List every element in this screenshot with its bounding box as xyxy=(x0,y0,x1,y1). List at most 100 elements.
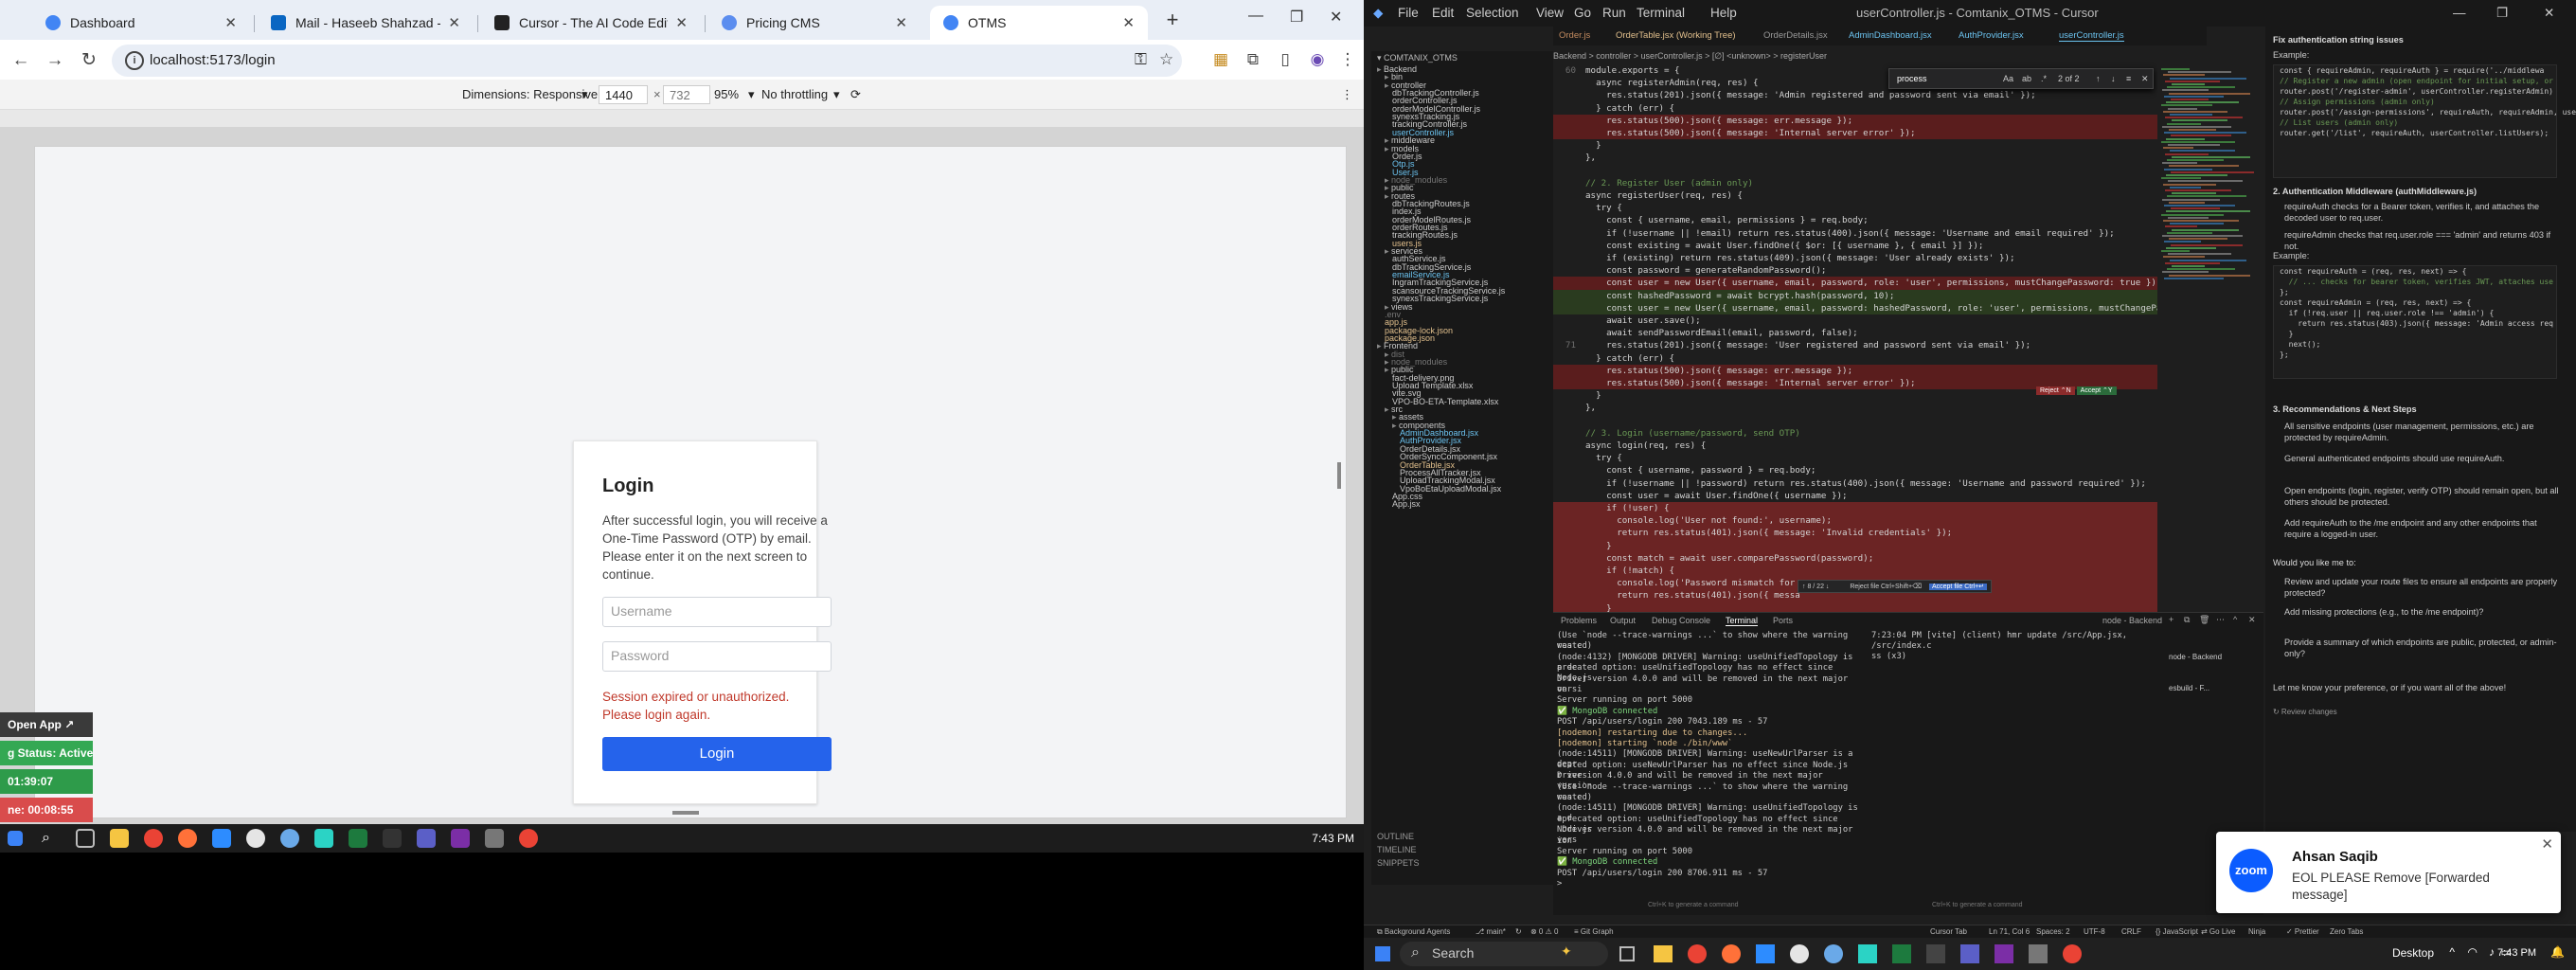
status-item[interactable]: ⧉ Background Agents xyxy=(1377,927,1450,937)
key-icon[interactable]: ⚿ xyxy=(1135,50,1147,69)
search-icon[interactable]: ⌕ xyxy=(42,829,61,848)
status-item[interactable]: ✓ Prettier xyxy=(2286,927,2319,936)
menu-go[interactable]: Go xyxy=(1574,6,1591,20)
code-line[interactable]: // 3. Login (username/password, send OTP… xyxy=(1553,427,2207,440)
zoom-select[interactable]: 95% xyxy=(714,87,739,101)
status-item[interactable]: ≡ Git Graph xyxy=(1574,927,1614,936)
code-line[interactable]: } xyxy=(1553,139,2207,152)
tab-debug-console[interactable]: Debug Console xyxy=(1652,616,1710,625)
teams-icon[interactable] xyxy=(1960,944,1979,963)
terminal-tab[interactable]: node - Backend xyxy=(2169,652,2260,662)
close-window-icon[interactable]: ✕ xyxy=(2544,6,2554,21)
reject-hunk-button[interactable]: Reject ⌃N xyxy=(2036,386,2075,395)
menu-kebab-icon[interactable]: ⋮ xyxy=(1337,49,1358,70)
menu-help[interactable]: Help xyxy=(1710,6,1737,20)
username-input[interactable]: Username xyxy=(602,597,832,627)
maximize-panel-icon[interactable]: ^ xyxy=(2233,615,2237,624)
tab-terminal[interactable]: Terminal xyxy=(1726,616,1759,626)
code-line[interactable]: if (!username || !password) return res.s… xyxy=(1553,477,2207,490)
timeline-section[interactable]: TIMELINE xyxy=(1377,845,1417,854)
menu-terminal[interactable]: Terminal xyxy=(1637,6,1685,20)
tab-output[interactable]: Output xyxy=(1610,616,1636,625)
code-line[interactable] xyxy=(1553,415,2207,427)
menu-selection[interactable]: Selection xyxy=(1466,6,1519,20)
start-icon[interactable] xyxy=(1375,946,1390,961)
trash-icon[interactable]: 🗑 xyxy=(2199,615,2209,625)
code-line[interactable]: if (existing) return res.status(409).jso… xyxy=(1553,252,2207,264)
code-line[interactable]: if (!user) { xyxy=(1553,502,2207,515)
code-line[interactable]: } catch (err) { xyxy=(1553,102,2207,115)
chrome-icon[interactable] xyxy=(519,829,538,848)
chevron-up-icon[interactable]: ^ xyxy=(2449,945,2455,959)
find-menu-icon[interactable]: ≡ xyxy=(2126,74,2131,83)
editor-tab[interactable]: AuthProvider.jsx xyxy=(1959,30,2024,41)
extension-grid-icon[interactable]: ▦ xyxy=(1210,49,1231,70)
reject-file-button[interactable]: Reject file Ctrl+Shift+⌫ xyxy=(1850,584,1922,590)
status-item[interactable]: Zero Tabs xyxy=(2330,927,2363,936)
code-line[interactable]: try { xyxy=(1553,202,2207,214)
height-input[interactable]: 732 xyxy=(663,85,710,104)
code-line[interactable]: const { username, email, permissions } =… xyxy=(1553,214,2207,226)
code-editor[interactable]: 60 module.exports = { async registerAdmin… xyxy=(1553,64,2207,612)
app-icon[interactable] xyxy=(1824,944,1843,963)
zoom-notification[interactable]: zoom Ahsan Saqib EOL PLEASE Remove [Forw… xyxy=(2216,832,2561,913)
code-line[interactable]: }, xyxy=(1553,152,2207,164)
close-icon[interactable]: ✕ xyxy=(2248,615,2256,625)
notification-icon[interactable]: 🔔 xyxy=(2550,945,2565,959)
status-item[interactable]: ⊗ 0 ⚠ 0 xyxy=(1530,927,1558,936)
firefox-icon[interactable] xyxy=(178,829,197,848)
app-icon[interactable] xyxy=(246,829,265,848)
file-tree-item[interactable]: App.jsx xyxy=(1392,499,1421,509)
review-changes-button[interactable]: ↻ Review changes xyxy=(2273,707,2557,718)
code-line[interactable]: await user.save(); xyxy=(1553,314,2207,327)
tab-dashboard[interactable]: Dashboard ✕ xyxy=(32,6,250,40)
editor-tab-active[interactable]: userController.js xyxy=(2059,30,2124,42)
tab-ports[interactable]: Ports xyxy=(1773,616,1793,625)
match-case-icon[interactable]: Aa xyxy=(2003,74,2013,83)
close-icon[interactable]: ✕ xyxy=(224,14,237,31)
tab-pricing-cms[interactable]: Pricing CMS ✕ xyxy=(708,6,921,40)
app-icon[interactable] xyxy=(2029,944,2048,963)
hunk-counter[interactable]: ↑ 8 / 22 ↓ xyxy=(1802,584,1829,590)
profile-avatar[interactable]: ◉ xyxy=(1307,49,1328,70)
app-icon[interactable] xyxy=(1858,944,1877,963)
zoom-icon[interactable] xyxy=(212,829,231,848)
width-input[interactable]: 1440 xyxy=(599,85,648,104)
minimize-icon[interactable]: — xyxy=(2453,6,2466,20)
password-input[interactable]: Password xyxy=(602,641,832,672)
more-icon[interactable]: ⋯ xyxy=(2216,615,2225,625)
status-item[interactable]: Cursor Tab xyxy=(1930,927,1967,936)
menu-view[interactable]: View xyxy=(1536,6,1564,20)
terminal[interactable]: 7:23:04 PM [vite] (client) hmr update /s… xyxy=(1553,629,2263,915)
code-block[interactable]: const requireAuth = (req, res, next) => … xyxy=(2273,265,2557,379)
breadcrumb[interactable]: Backend > controller > userController.js… xyxy=(1553,51,2207,64)
onenote-icon[interactable] xyxy=(1995,944,2013,963)
code-line[interactable]: res.status(201).json({ message: 'Admin r… xyxy=(1553,89,2207,101)
code-line[interactable]: const hashedPassword = await bcrypt.hash… xyxy=(1553,289,2207,302)
throttling-select[interactable]: No throttling xyxy=(761,87,828,101)
dimensions-select[interactable]: Dimensions: Responsive xyxy=(462,87,598,101)
chrome-icon[interactable] xyxy=(2063,944,2082,963)
zoom-icon[interactable] xyxy=(1756,944,1775,963)
login-button[interactable]: Login xyxy=(602,737,832,771)
file-explorer-icon[interactable] xyxy=(110,829,129,848)
bookmark-star-icon[interactable]: ☆ xyxy=(1159,50,1173,69)
code-line[interactable]: async login(req, res) { xyxy=(1553,440,2207,452)
file-explorer-icon[interactable] xyxy=(1654,945,1673,962)
terminal-tab[interactable]: esbuild - F... xyxy=(2169,683,2260,693)
add-terminal-icon[interactable]: + xyxy=(2169,615,2174,624)
tab-cursor[interactable]: Cursor - The AI Code Editor ✕ xyxy=(481,6,701,40)
code-line[interactable]: const user = new User({ username, email,… xyxy=(1553,277,2207,290)
close-icon[interactable]: ✕ xyxy=(2141,74,2149,84)
rotate-icon[interactable]: ⟳ xyxy=(850,87,861,102)
minimap[interactable] xyxy=(2157,64,2260,612)
app-icon[interactable] xyxy=(314,829,333,848)
code-block[interactable]: const { requireAdmin, requireAuth } = re… xyxy=(2273,64,2576,178)
close-icon[interactable]: ✕ xyxy=(1122,14,1135,31)
start-icon[interactable] xyxy=(8,831,23,846)
cursor-icon[interactable] xyxy=(1926,944,1945,963)
minimize-icon[interactable]: — xyxy=(1248,8,1263,25)
code-line[interactable]: const { username, password } = req.body; xyxy=(1553,464,2207,476)
editor-tab[interactable]: OrderTable.jsx (Working Tree) xyxy=(1616,30,1736,41)
terminal-label[interactable]: node - Backend xyxy=(2102,616,2162,625)
